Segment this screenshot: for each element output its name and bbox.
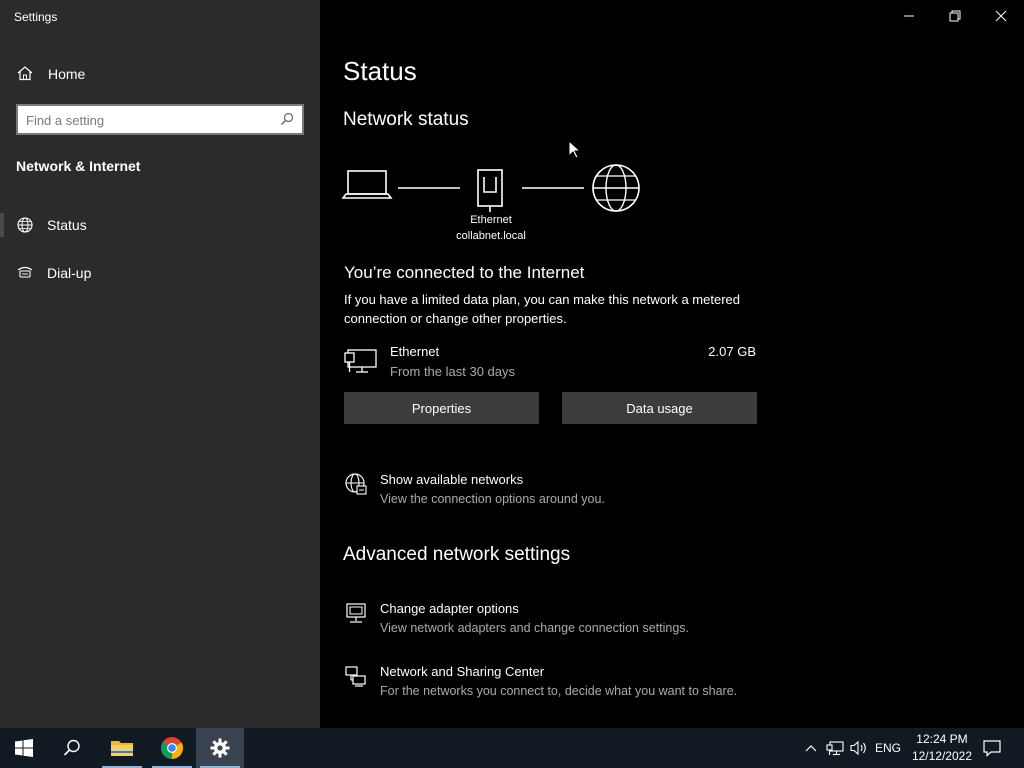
network-diagram: Ethernet collabnet.local <box>341 160 662 250</box>
sharing-center-icon <box>345 666 366 687</box>
clock-time: 12:24 PM <box>916 732 968 746</box>
settings-taskbar-button[interactable] <box>196 728 244 768</box>
close-button[interactable] <box>978 0 1024 32</box>
taskbar-search-icon <box>63 739 80 756</box>
section-title: Network & Internet <box>16 158 141 174</box>
laptop-icon <box>341 170 393 199</box>
dialup-icon <box>17 266 33 278</box>
sharing-center-title: Network and Sharing Center <box>380 664 545 679</box>
chevron-up-icon <box>805 745 817 752</box>
network-adapter-icon <box>346 603 366 623</box>
taskbar: ENG 12:24 PM 12/12/2022 <box>0 728 1024 768</box>
home-label: Home <box>48 66 86 82</box>
ethernet-adapter-icon <box>344 349 377 373</box>
advanced-settings-heading: Advanced network settings <box>343 544 571 565</box>
selection-indicator <box>0 213 4 237</box>
volume-tray-button[interactable] <box>848 728 870 768</box>
start-button[interactable] <box>0 728 48 768</box>
main-content: Status Network status Ethernet collabnet… <box>320 0 1024 728</box>
file-explorer-button[interactable] <box>98 728 146 768</box>
sidebar-item-status[interactable]: Status <box>0 207 320 243</box>
chrome-icon <box>161 737 183 759</box>
network-diagram-graphic <box>341 164 640 212</box>
speaker-icon <box>850 740 866 756</box>
language-indicator[interactable]: ENG <box>872 728 904 768</box>
taskbar-search-button[interactable] <box>48 728 96 768</box>
globe-icon <box>17 217 33 233</box>
show-networks-description: View the connection options around you. <box>380 492 605 506</box>
show-networks-title: Show available networks <box>380 472 524 487</box>
available-networks-icon <box>345 473 367 495</box>
search-input[interactable] <box>26 111 276 129</box>
home-nav-item[interactable]: Home <box>0 58 320 88</box>
clock-date: 12/12/2022 <box>911 749 972 763</box>
adapter-options-title: Change adapter options <box>380 601 519 616</box>
notification-icon <box>983 740 1001 757</box>
network-tray-icon <box>826 741 844 756</box>
window-controls <box>886 0 1024 32</box>
adapter-options-description: View network adapters and change connect… <box>380 621 689 635</box>
domain-label: collabnet.local <box>456 230 526 242</box>
gear-icon <box>210 738 230 758</box>
adapter-label: Ethernet <box>470 214 512 226</box>
folder-icon <box>111 741 133 756</box>
minimize-button[interactable] <box>886 0 932 32</box>
network-tray-button[interactable] <box>824 728 846 768</box>
search-icon[interactable] <box>280 112 294 126</box>
sharing-center-description: For the networks you connect to, decide … <box>380 684 738 698</box>
chrome-button[interactable] <box>148 728 196 768</box>
close-icon <box>995 10 1007 22</box>
properties-button[interactable]: Properties <box>344 392 539 424</box>
ethernet-port-icon <box>477 169 503 212</box>
search-field[interactable] <box>16 104 304 135</box>
sidebar: Settings Home Network & Internet Status <box>0 0 320 728</box>
data-usage-button[interactable]: Data usage <box>562 392 757 424</box>
sidebar-item-label: Dial-up <box>47 265 92 281</box>
data-usage-amount: 2.07 GB <box>708 344 756 359</box>
connection-title: You’re connected to the Internet <box>344 263 585 282</box>
ethernet-name: Ethernet <box>390 344 440 359</box>
ethernet-usage-row: Ethernet From the last 30 days 2.07 GB <box>344 342 756 382</box>
connection-description: If you have a limited data plan, you can… <box>344 292 740 326</box>
change-adapter-options-link[interactable]: Change adapter options View network adap… <box>344 601 794 645</box>
network-status-heading: Network status <box>343 109 469 130</box>
clock[interactable]: 12:24 PM 12/12/2022 <box>912 731 972 765</box>
sidebar-item-label: Status <box>47 217 87 233</box>
show-networks-link[interactable]: Show available networks View the connect… <box>344 472 794 516</box>
show-hidden-icons-button[interactable] <box>800 728 822 768</box>
home-icon <box>17 66 33 81</box>
restore-icon <box>949 10 961 22</box>
page-title: Status <box>343 56 417 86</box>
sharing-center-link[interactable]: Network and Sharing Center For the netwo… <box>344 664 794 708</box>
app-title: Settings <box>14 10 58 24</box>
windows-logo-icon <box>15 739 33 757</box>
minimize-icon <box>904 15 914 17</box>
mouse-cursor <box>568 140 582 159</box>
action-center-button[interactable] <box>976 728 1008 768</box>
internet-globe-icon <box>592 164 640 212</box>
usage-period: From the last 30 days <box>390 364 515 379</box>
restore-button[interactable] <box>932 0 978 32</box>
sidebar-item-dialup[interactable]: Dial-up <box>0 255 320 291</box>
